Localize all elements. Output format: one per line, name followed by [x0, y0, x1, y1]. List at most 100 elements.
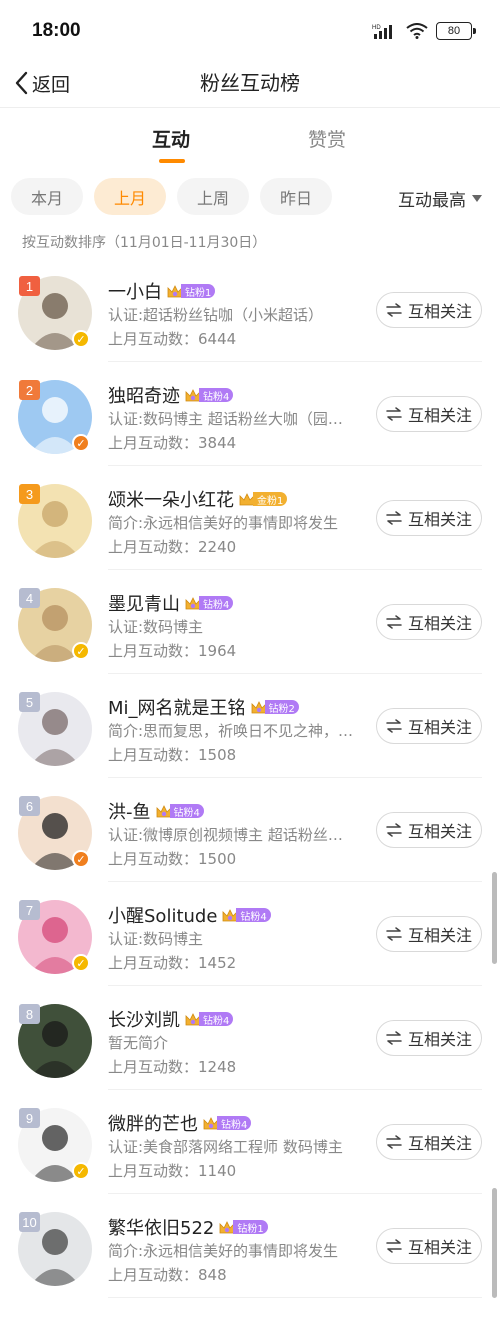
badge-label: 钻粉4: [199, 596, 234, 611]
user-description: 认证:数码博主: [108, 618, 204, 636]
name-line: 独昭奇迹 钻粉4: [108, 382, 234, 408]
rank-number: 10: [22, 1214, 37, 1230]
user-description: 暂无简介: [108, 1034, 169, 1052]
sort-dropdown[interactable]: 互动最高: [398, 186, 482, 211]
battery-icon: 80: [436, 22, 476, 40]
user-name[interactable]: Mi_网名就是王铭: [108, 694, 246, 720]
battery-level: 80: [447, 25, 461, 37]
interaction-count: 上月互动数：848: [108, 1266, 227, 1284]
rank-badge: 9: [19, 1108, 40, 1128]
badge-label: 钻粉4: [217, 1116, 252, 1131]
mutual-follow-button[interactable]: 互相关注: [376, 396, 482, 432]
rank-badge: 8: [19, 1004, 40, 1024]
list-item[interactable]: 5 Mi_网名就是王铭 钻粉2 简介:思而复思，祈唤日不见之神，… 上月互动数：1508…: [0, 674, 500, 778]
list-item[interactable]: 9 ✓ 微胖的芒也 钻粉4 认证:美食部落网络工程师 数码博主 上月互动数：1140 互相关…: [0, 1090, 500, 1194]
user-name[interactable]: 独昭奇迹: [108, 382, 180, 408]
tab-bar: 互动 赞赏: [0, 110, 500, 170]
rank-badge: 2: [19, 380, 40, 400]
name-line: 洪-鱼 钻粉4: [108, 798, 204, 824]
scrollbar[interactable]: [492, 872, 497, 964]
rank-number: 6: [25, 798, 34, 814]
verified-icon: ✓: [72, 434, 90, 452]
fan-badge: 钻粉1: [218, 1219, 268, 1236]
mutual-follow-button[interactable]: 互相关注: [376, 708, 482, 744]
badge-label: 钻粉1: [181, 284, 216, 299]
page-title: 粉丝互动榜: [200, 71, 300, 95]
fan-badge: 钻粉2: [250, 699, 299, 716]
tab-interaction[interactable]: 互动: [152, 125, 190, 152]
rank-number: 5: [25, 694, 34, 710]
fan-badge: 金粉1: [238, 491, 288, 508]
verified-icon: ✓: [72, 1162, 90, 1180]
wifi-icon: [406, 23, 428, 39]
status-icons: HD 80: [372, 22, 476, 40]
badge-label: 钻粉2: [264, 700, 299, 715]
user-name[interactable]: 小醒Solitude: [108, 902, 217, 928]
interaction-count: 上月互动数：6444: [108, 330, 237, 348]
fan-badge: 钻粉4: [184, 595, 234, 612]
rank-badge: 3: [19, 484, 40, 504]
rank-number: 7: [25, 902, 34, 918]
filter-last-month[interactable]: 上月: [94, 178, 166, 215]
user-name[interactable]: 微胖的芒也: [108, 1110, 198, 1136]
filter-yesterday[interactable]: 昨日: [260, 178, 332, 215]
mutual-follow-button[interactable]: 互相关注: [376, 500, 482, 536]
caret-down-icon: [472, 194, 482, 202]
nav-bar: 返回 粉丝互动榜: [0, 62, 500, 108]
list-item[interactable]: 4 ✓ 墨见青山 钻粉4 认证:数码博主 上月互动数：1964 互相关注: [0, 570, 500, 674]
follow-label: 互相关注: [407, 926, 472, 945]
swap-arrows-icon: [386, 1239, 402, 1253]
list-item[interactable]: 2 ✓ 独昭奇迹 钻粉4 认证:数码博主 超话粉丝大咖（园… 上月互动数：3844 互相关注: [0, 362, 500, 466]
rank-badge: 7: [19, 900, 40, 920]
list-item[interactable]: 8 长沙刘凯 钻粉4 暂无简介 上月互动数：1248 互相关注: [0, 986, 500, 1090]
list-item[interactable]: 6 ✓ 洪-鱼 钻粉4 认证:微博原创视频博主 超话粉丝… 上月互动数：1500 互相关注: [0, 778, 500, 882]
scrollbar-thumb[interactable]: [492, 1188, 497, 1298]
mutual-follow-button[interactable]: 互相关注: [376, 292, 482, 328]
cellular-signal-icon: HD: [372, 25, 392, 39]
user-name[interactable]: 墨见青山: [108, 590, 180, 616]
user-description: 简介:思而复思，祈唤日不见之神，…: [108, 722, 354, 740]
fan-badge: 钻粉4: [155, 803, 204, 820]
follow-label: 互相关注: [407, 614, 472, 633]
user-name[interactable]: 长沙刘凯: [108, 1006, 180, 1032]
mutual-follow-button[interactable]: 互相关注: [376, 604, 482, 640]
badge-label: 钻粉4: [199, 1012, 234, 1027]
mutual-follow-button[interactable]: 互相关注: [376, 916, 482, 952]
mutual-follow-button[interactable]: 互相关注: [376, 812, 482, 848]
list-item[interactable]: 10 繁华依旧522 钻粉1 简介:永远相信美好的事情即将发生 上月互动数：848 互相关…: [0, 1194, 500, 1298]
mutual-follow-button[interactable]: 互相关注: [376, 1228, 482, 1264]
list-item[interactable]: 3 颂米一朵小红花 金粉1 简介:永远相信美好的事情即将发生 上月互动数：2240 互相关…: [0, 466, 500, 570]
rank-number: 2: [25, 382, 34, 398]
mutual-follow-button[interactable]: 互相关注: [376, 1124, 482, 1160]
mutual-follow-button[interactable]: 互相关注: [376, 1020, 482, 1056]
name-line: 微胖的芒也 钻粉4: [108, 1110, 252, 1136]
user-name[interactable]: 繁华依旧522: [108, 1214, 214, 1240]
list-item[interactable]: 7 ✓ 小醒Solitude 钻粉4 认证:数码博主 上月互动数：1452 互相关注: [0, 882, 500, 986]
filter-last-week[interactable]: 上周: [177, 178, 249, 215]
fan-badge: 钻粉4: [184, 387, 234, 404]
tab-appreciation[interactable]: 赞赏: [308, 125, 346, 152]
user-description: 认证:超话粉丝钻咖（小米超话）: [108, 306, 324, 324]
fan-badge: 钻粉4: [221, 907, 271, 924]
interaction-count: 上月互动数：1500: [108, 850, 237, 868]
rank-badge: 4: [19, 588, 40, 608]
verified-icon: ✓: [72, 954, 90, 972]
swap-arrows-icon: [386, 511, 402, 525]
sort-description: 按互动数排序（11月01日-11月30日）: [22, 235, 267, 251]
list-item[interactable]: 1 ✓ 一小白 钻粉1 认证:超话粉丝钻咖（小米超话） 上月互动数：6444 互相关注: [0, 258, 500, 362]
interaction-count: 上月互动数：2240: [108, 538, 237, 556]
user-description: 认证:微博原创视频博主 超话粉丝…: [108, 826, 343, 844]
user-name[interactable]: 颂米一朵小红花: [108, 486, 234, 512]
interaction-count: 上月互动数：1452: [108, 954, 237, 972]
rank-badge: 1: [19, 276, 40, 296]
follow-label: 互相关注: [407, 718, 472, 737]
user-name[interactable]: 洪-鱼: [108, 798, 151, 824]
follow-label: 互相关注: [407, 1030, 472, 1049]
badge-label: 钻粉1: [233, 1220, 268, 1235]
status-time: 18:00: [32, 20, 81, 41]
name-line: 繁华依旧522 钻粉1: [108, 1214, 268, 1240]
user-name[interactable]: 一小白: [108, 278, 162, 304]
badge-label: 金粉1: [253, 492, 288, 507]
filter-this-month[interactable]: 本月: [11, 178, 83, 215]
follow-label: 互相关注: [407, 1238, 472, 1257]
